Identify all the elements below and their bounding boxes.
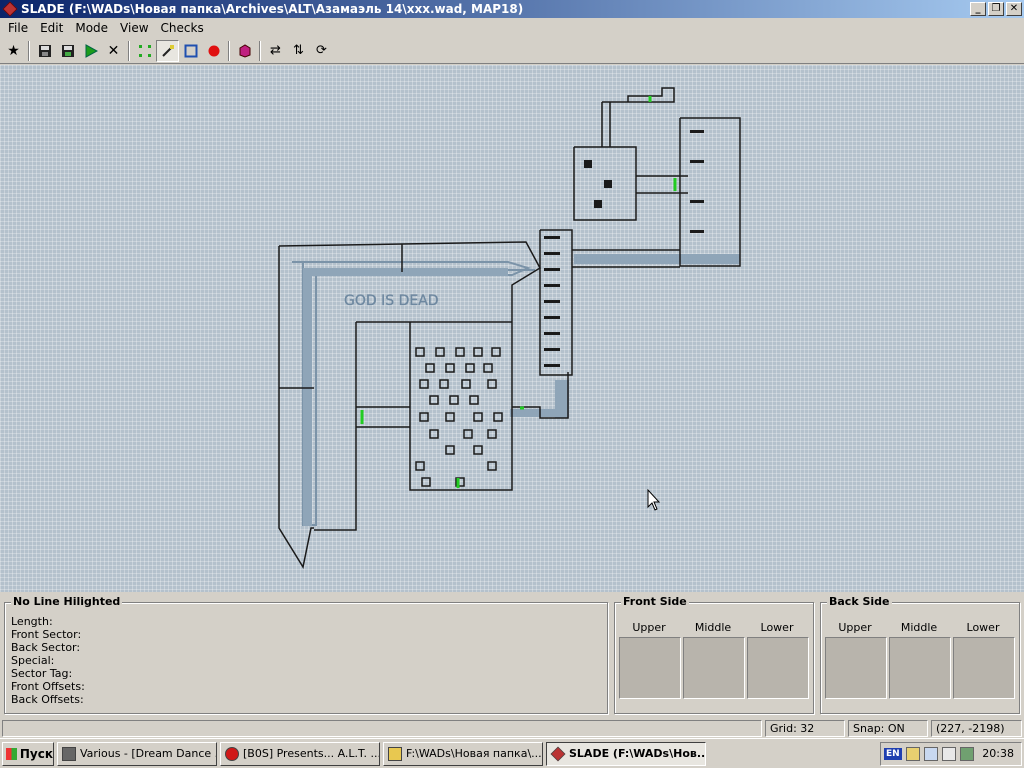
- back-upper-texture: [825, 637, 887, 699]
- task-label: F:\WADs\Новая папка\...: [406, 747, 542, 760]
- save-icon[interactable]: [33, 40, 56, 62]
- menu-mode[interactable]: Mode: [69, 21, 114, 35]
- front-lower-label: Lower: [760, 621, 794, 634]
- menu-bar: File Edit Mode View Checks: [0, 18, 1024, 38]
- sectors-mode-icon[interactable]: [179, 40, 202, 62]
- menu-checks[interactable]: Checks: [155, 21, 210, 35]
- snap-status: Snap: ON: [848, 720, 928, 737]
- grid-status: Grid: 32: [765, 720, 845, 737]
- save-all-icon[interactable]: [56, 40, 79, 62]
- line-info-title: No Line Hilighted: [11, 595, 123, 608]
- folder-icon: [388, 746, 402, 761]
- sector-tag-label: Sector Tag:: [11, 667, 73, 680]
- toolbar-separator: [259, 40, 261, 61]
- things-mode-icon[interactable]: [202, 40, 225, 62]
- lines-mode-icon[interactable]: [156, 39, 179, 62]
- length-label: Length:: [11, 615, 53, 628]
- windows-flag-icon: [6, 747, 17, 760]
- slade-app-icon[interactable]: [2, 1, 18, 17]
- cursor-coords: (227, -2198): [931, 720, 1022, 737]
- front-side-title: Front Side: [621, 595, 689, 608]
- opera-icon: [225, 746, 239, 761]
- map-drawing: GOD IS DEAD: [278, 87, 741, 570]
- front-sector-label: Front Sector:: [11, 628, 82, 641]
- restore-button[interactable]: ❐: [988, 2, 1004, 16]
- mirror-icon[interactable]: ⇅: [287, 40, 310, 62]
- flip-icon[interactable]: ⇄: [264, 40, 287, 62]
- title-bar[interactable]: SLADE (F:\WADs\Новая папка\Archives\ALT\…: [0, 0, 1024, 18]
- tray-app-icon[interactable]: [905, 746, 920, 761]
- task-winamp[interactable]: Various - [Dream Dance ...: [57, 741, 217, 766]
- clock[interactable]: 20:38: [982, 747, 1018, 760]
- task-explorer[interactable]: F:\WADs\Новая папка\...: [383, 741, 543, 766]
- front-offsets-label: Front Offsets:: [11, 680, 85, 693]
- window-title: SLADE (F:\WADs\Новая папка\Archives\ALT\…: [21, 2, 524, 16]
- back-sector-label: Back Sector:: [11, 641, 81, 654]
- toolbar-separator: [28, 40, 30, 61]
- taskbar: Пуск Various - [Dream Dance ... [B0S] Pr…: [0, 738, 1024, 768]
- toolbar-separator: [128, 40, 130, 61]
- language-indicator[interactable]: EN: [884, 747, 902, 760]
- task-label: Various - [Dream Dance ...: [80, 747, 217, 760]
- front-upper-label: Upper: [632, 621, 666, 634]
- slade-task-icon: [550, 746, 566, 761]
- back-side-title: Back Side: [827, 595, 892, 608]
- run-icon[interactable]: [79, 40, 102, 62]
- back-lower-label: Lower: [966, 621, 1000, 634]
- back-lower-texture: [953, 637, 1015, 699]
- minimize-button[interactable]: _: [970, 2, 986, 16]
- winamp-icon: [62, 746, 76, 761]
- menu-edit[interactable]: Edit: [34, 21, 69, 35]
- rotate-icon[interactable]: ⟳: [310, 40, 333, 62]
- start-label: Пуск: [19, 746, 53, 761]
- front-middle-label: Middle: [694, 621, 732, 634]
- task-opera[interactable]: [B0S] Presents... A.L.T. ...: [220, 741, 380, 766]
- back-middle-texture: [889, 637, 951, 699]
- front-middle-texture: [683, 637, 745, 699]
- map-label-text: GOD IS DEAD: [344, 293, 439, 309]
- back-side-group: Back Side Upper Middle Lower: [820, 595, 1020, 714]
- task-slade[interactable]: SLADE (F:\WADs\Нов...: [546, 741, 706, 766]
- mouse-cursor-icon: [647, 489, 661, 511]
- system-tray: EN 20:38: [880, 741, 1022, 766]
- map-canvas[interactable]: GOD IS DEAD: [0, 65, 1024, 592]
- status-message: [2, 720, 762, 737]
- status-bar: Grid: 32 Snap: ON (227, -2198): [0, 719, 1024, 738]
- task-label: [B0S] Presents... A.L.T. ...: [243, 747, 380, 760]
- vertices-mode-icon[interactable]: [133, 40, 156, 62]
- front-lower-texture: [747, 637, 809, 699]
- 3d-mode-icon[interactable]: [233, 40, 256, 62]
- task-label: SLADE (F:\WADs\Нов...: [569, 747, 706, 760]
- toolbar: ★ ✕ ⇄ ⇅ ⟳: [0, 38, 1024, 64]
- close-icon[interactable]: ✕: [102, 40, 125, 62]
- tray-utility-icon[interactable]: [959, 746, 974, 761]
- start-button[interactable]: Пуск: [2, 741, 54, 766]
- toolbar-separator: [228, 40, 230, 61]
- special-label: Special:: [11, 654, 55, 667]
- front-side-group: Front Side Upper Middle Lower: [614, 595, 814, 714]
- menu-file[interactable]: File: [2, 21, 34, 35]
- back-upper-label: Upper: [838, 621, 872, 634]
- menu-view[interactable]: View: [114, 21, 154, 35]
- info-panel: No Line Hilighted Length: Front Sector: …: [0, 593, 1024, 718]
- back-middle-label: Middle: [900, 621, 938, 634]
- tray-volume-icon[interactable]: [941, 746, 956, 761]
- back-offsets-label: Back Offsets:: [11, 693, 84, 706]
- tray-network-icon[interactable]: [923, 746, 938, 761]
- line-info-group: No Line Hilighted Length: Front Sector: …: [4, 595, 608, 714]
- favorite-icon[interactable]: ★: [2, 40, 25, 62]
- close-button[interactable]: ✕: [1006, 2, 1022, 16]
- front-upper-texture: [619, 637, 681, 699]
